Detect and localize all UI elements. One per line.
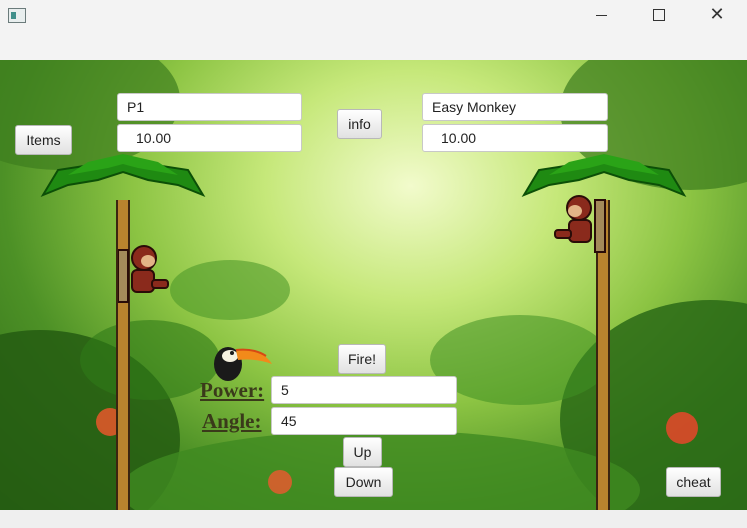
- player2-monkey-icon: [554, 195, 606, 253]
- cheat-button[interactable]: cheat: [666, 467, 721, 497]
- power-input[interactable]: 5: [271, 376, 457, 404]
- minimize-icon: [595, 14, 607, 16]
- angle-input[interactable]: 45: [271, 407, 457, 435]
- bottom-strip: [0, 510, 747, 528]
- player2-score-field[interactable]: 10.00: [422, 124, 608, 152]
- fire-button[interactable]: Fire!: [338, 344, 386, 374]
- maximize-icon: [653, 9, 665, 21]
- info-button[interactable]: info: [337, 109, 382, 139]
- close-icon: ✕: [709, 4, 725, 25]
- close-button[interactable]: ✕: [694, 0, 740, 30]
- maximize-button[interactable]: [636, 0, 682, 30]
- up-button[interactable]: Up: [343, 437, 382, 467]
- player1-score-field[interactable]: 10.00: [117, 124, 302, 152]
- player2-name-field[interactable]: Easy Monkey: [422, 93, 608, 121]
- player1-monkey-icon: [118, 245, 169, 303]
- title-bar: ✕: [0, 0, 747, 30]
- down-button[interactable]: Down: [334, 467, 393, 497]
- minimize-button[interactable]: [578, 0, 624, 30]
- player1-name-field[interactable]: P1: [117, 93, 302, 121]
- items-button[interactable]: Items: [15, 125, 72, 155]
- app-icon: [8, 8, 26, 23]
- power-label: Power:: [200, 378, 265, 402]
- angle-label: Angle:: [202, 409, 262, 433]
- left-palm-leaves-icon: [40, 154, 206, 198]
